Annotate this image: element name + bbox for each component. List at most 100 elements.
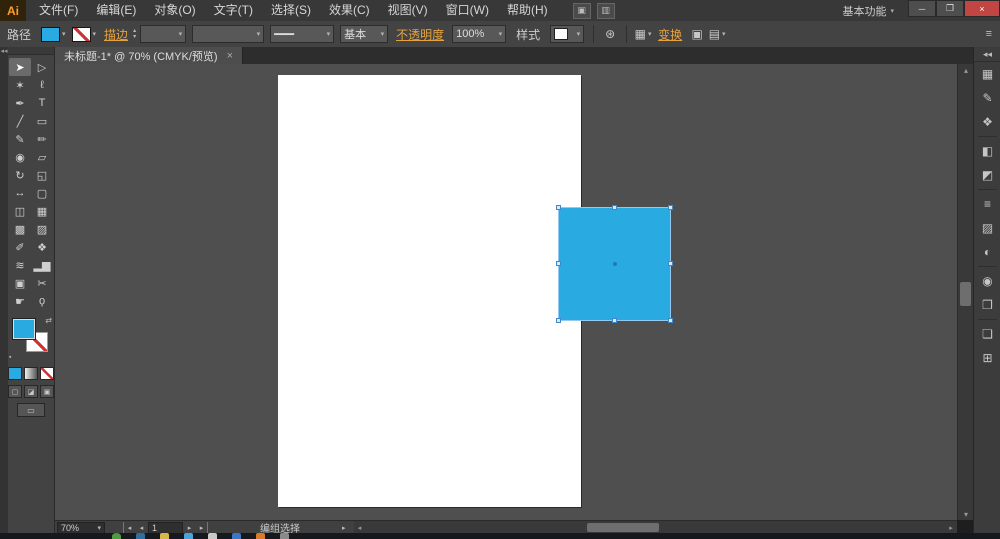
magic-wand-tool[interactable]: ✶ [9,76,31,94]
expand-panels-icon[interactable]: ◂◂ [974,47,1000,62]
shape-builder-tool[interactable]: ◫ [9,202,31,220]
scroll-left-icon[interactable]: ◂ [354,524,366,532]
selection-handle[interactable] [668,261,673,266]
arrange-documents-icon[interactable]: ▣ [572,2,591,19]
document-layout-icon[interactable]: ▥ [596,2,615,19]
close-button[interactable]: × [964,0,1000,17]
fill-color-dropdown[interactable]: ▾ [41,26,66,42]
taskbar-app-icon-4[interactable] [208,533,217,539]
center-anchor-point[interactable] [612,262,617,266]
symbols-panel-icon[interactable]: ❖ [974,110,1000,134]
swap-fill-stroke-icon[interactable]: ⇄ [45,316,52,325]
controlbar-menu-icon[interactable]: ≡ [986,28,992,40]
line-segment-tool[interactable]: ╱ [9,112,31,130]
menu-item[interactable]: 效果(C) [320,0,379,21]
hand-tool[interactable]: ☛ [9,292,31,310]
start-button[interactable] [112,533,121,539]
taskbar-app-icon-5[interactable] [232,533,241,539]
blob-brush-tool[interactable]: ◉ [9,148,31,166]
symbol-sprayer-tool[interactable]: ≋ [9,256,31,274]
free-transform-tool[interactable]: ▢ [31,184,53,202]
width-tool[interactable]: ↔ [9,184,31,202]
appearance-panel-icon[interactable]: ◉ [974,269,1000,293]
zoom-tool[interactable]: ϙ [31,292,53,310]
scroll-right-icon[interactable]: ▸ [945,524,957,532]
paintbrush-tool[interactable]: ✎ [9,130,31,148]
gradient-tool[interactable]: ▨ [31,220,53,238]
selected-rectangle[interactable] [556,205,673,323]
column-graph-tool[interactable]: ▂▆ [31,256,53,274]
menu-item[interactable]: 窗口(W) [437,0,498,21]
artboard-number-field[interactable]: 1 [148,521,183,534]
draw-behind-button[interactable]: ◪ [24,385,38,398]
pencil-tool[interactable]: ✏ [31,130,53,148]
taskbar-app-icon-3[interactable] [184,533,193,539]
selection-handle[interactable] [668,318,673,323]
taskbar-app-icon-2[interactable] [160,533,169,539]
scale-tool[interactable]: ◱ [31,166,53,184]
restore-button[interactable]: ❐ [936,0,964,17]
width-profile-select[interactable]: ▾ [192,25,265,43]
eraser-tool[interactable]: ▱ [31,148,53,166]
transparency-panel-icon[interactable]: ◐ [974,240,1000,264]
recolor-artwork-icon[interactable]: ⊛ [600,26,620,42]
next-artboard-button[interactable]: ▸ [184,522,195,533]
brushes-panel-icon[interactable]: ✎ [974,86,1000,110]
fill-swatch[interactable] [13,319,35,339]
tools-panel-header[interactable] [8,47,54,55]
opacity-link[interactable]: 不透明度 [396,26,444,43]
style-select[interactable]: ▾ [550,25,585,43]
swatches-panel-icon[interactable]: ▦ [974,62,1000,86]
layers-panel-icon[interactable]: ❏ [974,322,1000,346]
eyedropper-tool[interactable]: ✐ [9,238,31,256]
selection-handle[interactable] [556,318,561,323]
lasso-tool[interactable]: ℓ [31,76,53,94]
align-dropdown-icon[interactable]: ▦ ▾ [633,26,653,42]
blend-tool[interactable]: ❖ [31,238,53,256]
draw-inside-button[interactable]: ▣ [40,385,54,398]
workspace-switcher[interactable]: 基本功能 ▾ [842,3,894,19]
gradient-panel-icon[interactable]: ▨ [974,216,1000,240]
gradient-button[interactable] [24,367,38,380]
taskbar-app-icon-6[interactable] [256,533,265,539]
color-guide-panel-icon[interactable]: ◩ [974,163,1000,187]
stroke-panel-icon[interactable]: ≡ [974,192,1000,216]
menu-item[interactable]: 文字(T) [205,0,262,21]
perspective-grid-tool[interactable]: ▦ [31,202,53,220]
menu-item[interactable]: 编辑(E) [87,0,145,21]
artboard-tool[interactable]: ▣ [9,274,31,292]
last-artboard-button[interactable]: ▸ [196,522,208,533]
type-tool[interactable]: T [31,94,53,112]
taskbar-app-icon-7[interactable] [280,533,289,539]
canvas[interactable] [55,64,957,520]
color-button[interactable] [8,367,22,380]
scroll-down-icon[interactable]: ▾ [958,508,974,520]
select-similar-dropdown-icon[interactable]: ▤ ▾ [707,26,727,42]
selection-handle[interactable] [556,261,561,266]
stroke-color-dropdown[interactable]: ▾ [71,26,96,42]
brush-basic-select[interactable]: 基本 ▾ [340,25,389,43]
first-artboard-button[interactable]: ◂ [123,522,135,533]
opacity-select[interactable]: 100% ▾ [452,25,507,43]
collapse-toolbar-icon[interactable]: ◂◂ [0,47,8,57]
status-flyout-icon[interactable]: ▸ [342,524,346,532]
vertical-scrollbar[interactable]: ▴ ▾ [957,64,974,520]
menu-item[interactable]: 对象(O) [145,0,204,21]
rectangle-tool[interactable]: ▭ [31,112,53,130]
selection-handle[interactable] [611,205,617,210]
screen-mode-button[interactable]: ▭ [17,403,45,417]
isolate-object-icon[interactable]: ▣ [687,26,707,42]
previous-artboard-button[interactable]: ◂ [136,522,147,533]
horizontal-scroll-thumb[interactable] [586,523,659,532]
artboard[interactable] [278,75,673,507]
close-tab-icon[interactable]: × [227,50,233,62]
taskbar-app-icon-1[interactable] [136,533,145,539]
zoom-level-select[interactable]: 70% ▾ [57,521,105,534]
default-fill-stroke-icon[interactable]: ▪ [9,354,11,361]
document-tab[interactable]: 未标题-1* @ 70% (CMYK/预览) × [55,47,244,64]
graphic-styles-panel-icon[interactable]: ❒ [974,293,1000,317]
slice-tool[interactable]: ✂ [31,274,53,292]
minimize-button[interactable]: ─ [908,0,936,17]
draw-normal-button[interactable]: ▢ [8,385,22,398]
stroke-link[interactable]: 描边 [104,26,128,43]
